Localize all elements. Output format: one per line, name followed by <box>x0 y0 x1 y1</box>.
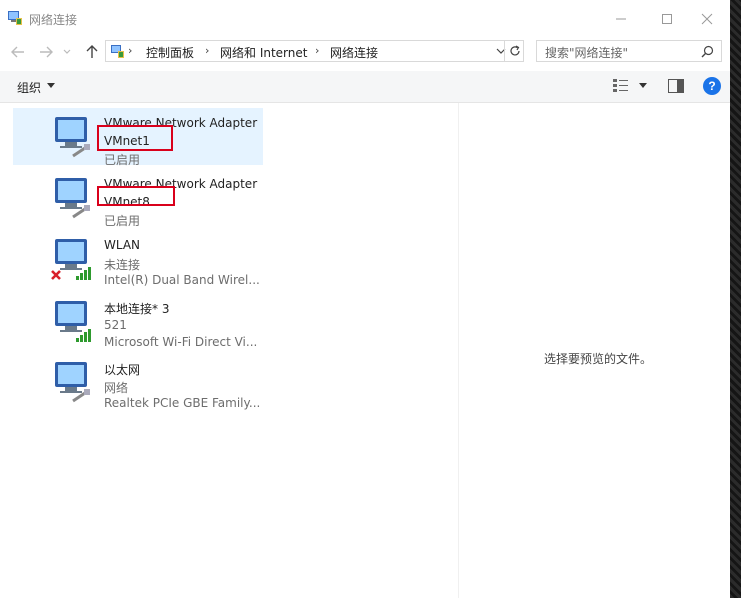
search-input[interactable]: 搜索"网络连接" <box>545 44 628 61</box>
window-title: 网络连接 <box>29 13 78 27</box>
pane-divider[interactable] <box>458 103 459 598</box>
close-button[interactable] <box>684 0 730 37</box>
up-button[interactable] <box>82 41 102 63</box>
connection-status: 521 <box>104 318 127 332</box>
preview-pane-message: 选择要预览的文件。 <box>544 352 653 366</box>
forward-button[interactable] <box>36 41 56 63</box>
connection-name: 以太网 <box>104 363 141 377</box>
connection-status: 已启用 <box>104 214 141 228</box>
recent-locations-button[interactable] <box>60 41 74 63</box>
connection-item-local-3[interactable]: 本地连接* 3 521 Microsoft Wi-Fi Direct Vi... <box>13 292 263 349</box>
minimize-icon <box>616 18 626 19</box>
back-button[interactable] <box>8 41 28 63</box>
connection-device: Realtek PCIe GBE Family... <box>104 396 261 410</box>
connection-status: 网络 <box>104 381 129 395</box>
preview-pane-icon[interactable] <box>668 79 684 93</box>
desktop-background-strip <box>730 0 741 598</box>
search-icon[interactable] <box>701 45 714 58</box>
arrow-left-icon <box>11 46 24 58</box>
wireless-adapter-icon <box>51 239 91 280</box>
address-bar[interactable]: › 控制面板 › 网络和 Internet › 网络连接 <box>105 40 524 62</box>
connection-item-wlan[interactable]: WLAN 未连接 Intel(R) Dual Band Wirel... <box>13 230 263 287</box>
close-icon <box>701 13 713 24</box>
breadcrumb-separator-icon: › <box>128 44 133 57</box>
breadcrumb-network-internet[interactable]: 网络和 Internet <box>220 44 307 61</box>
connection-device: Intel(R) Dual Band Wirel... <box>104 273 260 287</box>
connection-status: 未连接 <box>104 258 141 272</box>
breadcrumb-separator-icon: › <box>315 44 320 57</box>
minimize-button[interactable] <box>598 0 644 37</box>
connection-list: VMware Network Adapter VMnet1 已启用 VMware… <box>0 103 458 598</box>
breadcrumb-network-connections[interactable]: 网络连接 <box>330 44 378 61</box>
maximize-icon <box>662 13 672 24</box>
caret-down-icon[interactable] <box>47 83 55 88</box>
chevron-down-icon <box>63 49 71 54</box>
help-icon[interactable]: ? <box>703 77 721 95</box>
command-toolbar: 组织 ? <box>0 71 730 103</box>
organize-menu-button[interactable]: 组织 <box>17 79 41 96</box>
connection-item-ethernet[interactable]: 以太网 网络 Realtek PCIe GBE Family... <box>13 353 263 410</box>
connection-status: 已启用 <box>104 153 141 167</box>
search-box[interactable]: 搜索"网络连接" <box>536 40 722 62</box>
breadcrumb-control-panel[interactable]: 控制面板 <box>146 44 194 61</box>
red-highlight-box <box>97 186 175 206</box>
refresh-button[interactable] <box>504 40 524 62</box>
change-view-icon[interactable] <box>612 78 630 94</box>
control-panel-icon <box>111 45 124 58</box>
arrow-right-icon <box>40 46 53 58</box>
refresh-icon <box>509 45 520 56</box>
network-adapter-icon <box>55 117 90 158</box>
network-connections-window: 网络连接 › 控制面板 › 网络和 Internet › 网络连接 搜索"网络连… <box>0 0 730 598</box>
breadcrumb-separator-icon: › <box>205 44 210 57</box>
title-bar[interactable]: 网络连接 <box>0 0 730 37</box>
network-adapter-icon <box>55 362 90 403</box>
connection-device: Microsoft Wi-Fi Direct Vi... <box>104 335 258 349</box>
connection-name: 本地连接* 3 <box>104 302 170 316</box>
red-highlight-box <box>97 125 173 151</box>
connection-name: WLAN <box>104 238 141 252</box>
caret-down-icon[interactable] <box>639 83 647 88</box>
network-adapter-icon <box>55 178 90 219</box>
wireless-adapter-icon <box>55 301 91 342</box>
arrow-up-icon <box>86 45 98 58</box>
network-connections-app-icon <box>8 11 22 25</box>
